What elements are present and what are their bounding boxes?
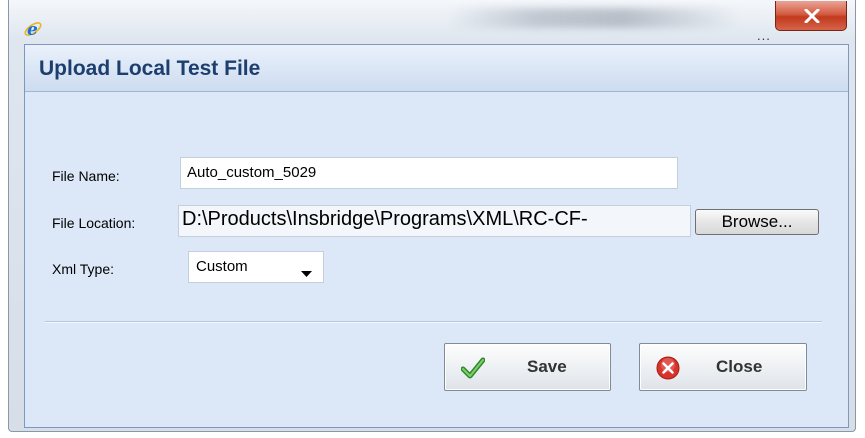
internet-explorer-icon: e — [23, 19, 43, 40]
dropdown-arrow-icon[interactable] — [301, 265, 312, 282]
window-close-button[interactable] — [775, 1, 847, 31]
file-location-label: File Location: — [52, 215, 136, 231]
dialog-header: Upload Local Test File — [25, 45, 848, 92]
xml-type-label: Xml Type: — [52, 261, 114, 277]
browse-button[interactable]: Browse... — [695, 209, 819, 235]
save-button[interactable]: Save — [444, 343, 611, 391]
red-x-circle-icon — [656, 356, 680, 380]
save-button-label: Save — [527, 357, 567, 376]
blurred-window-title — [449, 8, 739, 28]
close-button-label: Close — [716, 357, 763, 376]
upload-dialog: Upload Local Test File File Name: Auto_c… — [24, 44, 849, 428]
file-name-input[interactable]: Auto_custom_5029 — [180, 157, 678, 189]
title-ellipsis: ... — [757, 28, 771, 43]
dialog-window: e ... Upload Local Test File File Name: … — [8, 0, 856, 432]
xml-type-select[interactable]: Custom — [188, 251, 324, 283]
divider — [45, 321, 822, 323]
file-location-input[interactable]: D:\Products\Insbridge\Programs\XML\RC-CF… — [178, 205, 691, 237]
file-name-label: File Name: — [52, 168, 120, 184]
dialog-title: Upload Local Test File — [39, 57, 261, 80]
close-icon — [804, 9, 820, 23]
xml-type-selected-value: Custom — [196, 258, 248, 275]
window-titlebar[interactable]: e ... — [9, 0, 855, 44]
checkmark-icon — [460, 356, 486, 380]
close-button[interactable]: Close — [639, 343, 807, 391]
svg-text:e: e — [27, 20, 38, 39]
